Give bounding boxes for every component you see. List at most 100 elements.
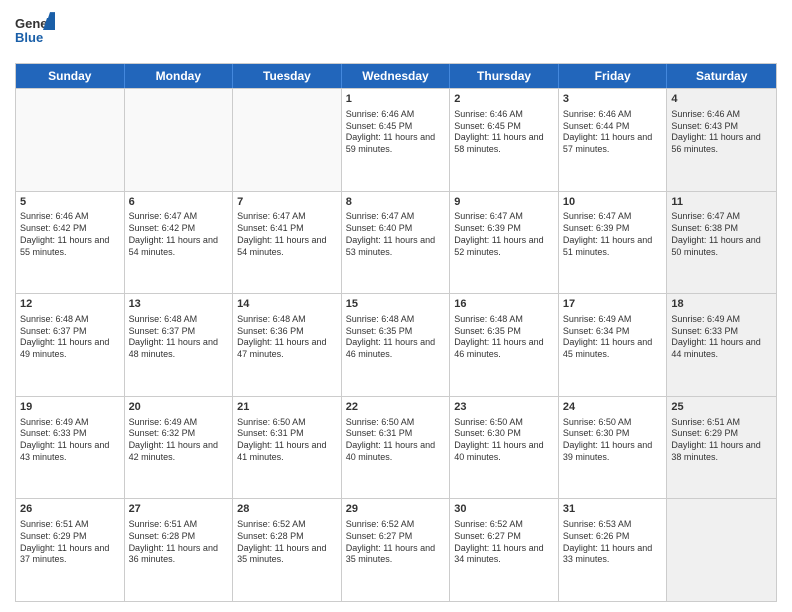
day-details: Sunrise: 6:46 AM Sunset: 6:45 PM Dayligh… [346, 109, 446, 156]
day-details: Sunrise: 6:50 AM Sunset: 6:30 PM Dayligh… [563, 417, 663, 464]
day-details: Sunrise: 6:47 AM Sunset: 6:39 PM Dayligh… [454, 211, 554, 258]
day-number: 25 [671, 400, 772, 415]
day-details: Sunrise: 6:50 AM Sunset: 6:31 PM Dayligh… [237, 417, 337, 464]
day-number: 26 [20, 502, 120, 517]
calendar-empty-cell [125, 89, 234, 191]
day-number: 12 [20, 297, 120, 312]
day-number: 9 [454, 195, 554, 210]
calendar-day-22: 22Sunrise: 6:50 AM Sunset: 6:31 PM Dayli… [342, 397, 451, 499]
header-day-saturday: Saturday [667, 64, 776, 88]
header-day-friday: Friday [559, 64, 668, 88]
calendar-body: 1 Sunrise: 6:46 AM Sunset: 6:45 PM Daylig… [16, 88, 776, 601]
calendar-day-31: 31 Sunrise: 6:53 AM Sunset: 6:26 PM Dayli… [559, 499, 668, 601]
calendar: SundayMondayTuesdayWednesdayThursdayFrid… [15, 63, 777, 602]
day-details: Sunrise: 6:47 AM Sunset: 6:41 PM Dayligh… [237, 211, 337, 258]
day-number: 28 [237, 502, 337, 517]
day-number: 30 [454, 502, 554, 517]
header-day-wednesday: Wednesday [342, 64, 451, 88]
header-day-tuesday: Tuesday [233, 64, 342, 88]
calendar-empty-cell [16, 89, 125, 191]
calendar-day-26: 26Sunrise: 6:51 AM Sunset: 6:29 PM Dayli… [16, 499, 125, 601]
day-details: Sunrise: 6:52 AM Sunset: 6:27 PM Dayligh… [454, 519, 554, 566]
day-details: Sunrise: 6:53 AM Sunset: 6:26 PM Dayligh… [563, 519, 663, 566]
day-number: 10 [563, 195, 663, 210]
calendar-empty-cell [667, 499, 776, 601]
header-day-thursday: Thursday [450, 64, 559, 88]
day-number: 18 [671, 297, 772, 312]
calendar-day-5: 5Sunrise: 6:46 AM Sunset: 6:42 PM Daylig… [16, 192, 125, 294]
svg-text:Blue: Blue [15, 30, 43, 45]
calendar-day-11: 11Sunrise: 6:47 AM Sunset: 6:38 PM Dayli… [667, 192, 776, 294]
calendar-day-12: 12Sunrise: 6:48 AM Sunset: 6:37 PM Dayli… [16, 294, 125, 396]
calendar-day-4: 4 Sunrise: 6:46 AM Sunset: 6:43 PM Daylig… [667, 89, 776, 191]
day-details: Sunrise: 6:47 AM Sunset: 6:39 PM Dayligh… [563, 211, 663, 258]
calendar-day-13: 13 Sunrise: 6:48 AM Sunset: 6:37 PM Dayli… [125, 294, 234, 396]
day-number: 14 [237, 297, 337, 312]
day-details: Sunrise: 6:46 AM Sunset: 6:45 PM Dayligh… [454, 109, 554, 156]
day-number: 2 [454, 92, 554, 107]
day-details: Sunrise: 6:52 AM Sunset: 6:28 PM Dayligh… [237, 519, 337, 566]
day-number: 19 [20, 400, 120, 415]
day-number: 4 [671, 92, 772, 107]
calendar-day-7: 7Sunrise: 6:47 AM Sunset: 6:41 PM Daylig… [233, 192, 342, 294]
calendar-day-21: 21Sunrise: 6:50 AM Sunset: 6:31 PM Dayli… [233, 397, 342, 499]
calendar-week-2: 5Sunrise: 6:46 AM Sunset: 6:42 PM Daylig… [16, 191, 776, 294]
day-number: 1 [346, 92, 446, 107]
day-details: Sunrise: 6:51 AM Sunset: 6:28 PM Dayligh… [129, 519, 229, 566]
calendar-day-27: 27Sunrise: 6:51 AM Sunset: 6:28 PM Dayli… [125, 499, 234, 601]
logo: General Blue [15, 10, 55, 55]
day-details: Sunrise: 6:49 AM Sunset: 6:34 PM Dayligh… [563, 314, 663, 361]
calendar-day-2: 2 Sunrise: 6:46 AM Sunset: 6:45 PM Daylig… [450, 89, 559, 191]
day-number: 8 [346, 195, 446, 210]
day-number: 17 [563, 297, 663, 312]
calendar-day-8: 8Sunrise: 6:47 AM Sunset: 6:40 PM Daylig… [342, 192, 451, 294]
day-details: Sunrise: 6:48 AM Sunset: 6:37 PM Dayligh… [129, 314, 229, 361]
day-number: 31 [563, 502, 663, 517]
day-details: Sunrise: 6:50 AM Sunset: 6:30 PM Dayligh… [454, 417, 554, 464]
day-number: 15 [346, 297, 446, 312]
day-number: 5 [20, 195, 120, 210]
day-details: Sunrise: 6:47 AM Sunset: 6:40 PM Dayligh… [346, 211, 446, 258]
day-number: 11 [671, 195, 772, 210]
day-number: 23 [454, 400, 554, 415]
day-details: Sunrise: 6:48 AM Sunset: 6:36 PM Dayligh… [237, 314, 337, 361]
day-details: Sunrise: 6:46 AM Sunset: 6:44 PM Dayligh… [563, 109, 663, 156]
calendar-day-25: 25 Sunrise: 6:51 AM Sunset: 6:29 PM Dayli… [667, 397, 776, 499]
calendar-day-9: 9Sunrise: 6:47 AM Sunset: 6:39 PM Daylig… [450, 192, 559, 294]
calendar-day-29: 29 Sunrise: 6:52 AM Sunset: 6:27 PM Dayli… [342, 499, 451, 601]
calendar-day-23: 23 Sunrise: 6:50 AM Sunset: 6:30 PM Dayli… [450, 397, 559, 499]
calendar-header: SundayMondayTuesdayWednesdayThursdayFrid… [16, 64, 776, 88]
calendar-day-3: 3Sunrise: 6:46 AM Sunset: 6:44 PM Daylig… [559, 89, 668, 191]
header: General Blue [15, 10, 777, 55]
page: General Blue SundayMondayTuesdayWednesda… [0, 0, 792, 612]
day-details: Sunrise: 6:47 AM Sunset: 6:42 PM Dayligh… [129, 211, 229, 258]
day-details: Sunrise: 6:48 AM Sunset: 6:35 PM Dayligh… [346, 314, 446, 361]
calendar-day-30: 30 Sunrise: 6:52 AM Sunset: 6:27 PM Dayli… [450, 499, 559, 601]
day-details: Sunrise: 6:49 AM Sunset: 6:32 PM Dayligh… [129, 417, 229, 464]
calendar-day-14: 14 Sunrise: 6:48 AM Sunset: 6:36 PM Dayli… [233, 294, 342, 396]
day-details: Sunrise: 6:46 AM Sunset: 6:43 PM Dayligh… [671, 109, 772, 156]
day-number: 16 [454, 297, 554, 312]
day-number: 20 [129, 400, 229, 415]
day-number: 7 [237, 195, 337, 210]
calendar-day-6: 6Sunrise: 6:47 AM Sunset: 6:42 PM Daylig… [125, 192, 234, 294]
day-details: Sunrise: 6:49 AM Sunset: 6:33 PM Dayligh… [671, 314, 772, 361]
day-details: Sunrise: 6:51 AM Sunset: 6:29 PM Dayligh… [671, 417, 772, 464]
calendar-week-5: 26Sunrise: 6:51 AM Sunset: 6:29 PM Dayli… [16, 498, 776, 601]
day-details: Sunrise: 6:47 AM Sunset: 6:38 PM Dayligh… [671, 211, 772, 258]
calendar-day-15: 15 Sunrise: 6:48 AM Sunset: 6:35 PM Dayli… [342, 294, 451, 396]
logo-icon: General Blue [15, 10, 55, 55]
day-details: Sunrise: 6:49 AM Sunset: 6:33 PM Dayligh… [20, 417, 120, 464]
day-number: 29 [346, 502, 446, 517]
day-number: 13 [129, 297, 229, 312]
calendar-day-17: 17 Sunrise: 6:49 AM Sunset: 6:34 PM Dayli… [559, 294, 668, 396]
calendar-empty-cell [233, 89, 342, 191]
calendar-day-20: 20 Sunrise: 6:49 AM Sunset: 6:32 PM Dayli… [125, 397, 234, 499]
day-details: Sunrise: 6:48 AM Sunset: 6:35 PM Dayligh… [454, 314, 554, 361]
day-details: Sunrise: 6:46 AM Sunset: 6:42 PM Dayligh… [20, 211, 120, 258]
calendar-day-16: 16 Sunrise: 6:48 AM Sunset: 6:35 PM Dayli… [450, 294, 559, 396]
day-number: 6 [129, 195, 229, 210]
day-details: Sunrise: 6:52 AM Sunset: 6:27 PM Dayligh… [346, 519, 446, 566]
header-day-sunday: Sunday [16, 64, 125, 88]
calendar-week-3: 12 Sunrise: 6:48 AM Sunset: 6:37 PM Dayli… [16, 293, 776, 396]
